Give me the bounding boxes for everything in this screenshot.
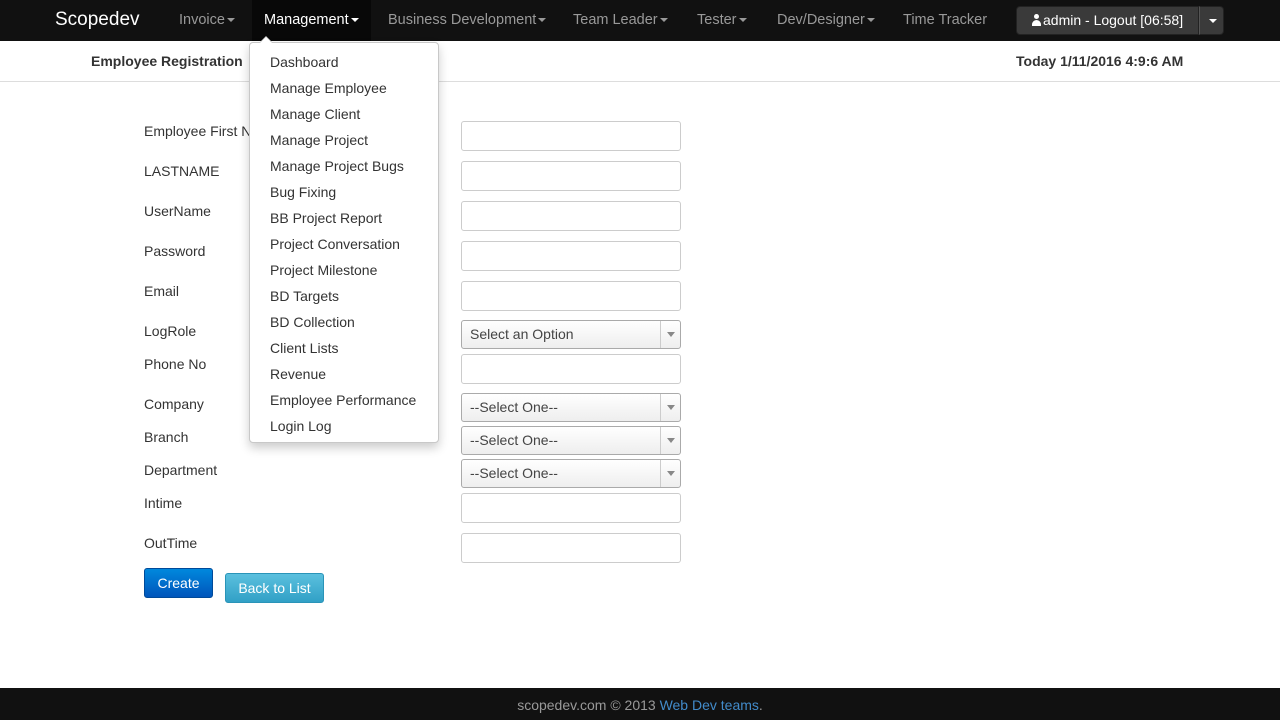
logout-label: admin - Logout [06:58] <box>1043 12 1184 28</box>
menu-item-dashboard[interactable]: Dashboard <box>270 54 339 70</box>
first-name-input[interactable] <box>461 121 681 151</box>
nav-dev-designer[interactable]: Dev/Designer <box>777 0 875 41</box>
nav-tester-label: Tester <box>697 12 737 28</box>
footer: scopedev.com © 2013 Web Dev teams. <box>0 688 1280 720</box>
today-datetime: Today 1/11/2016 4:9:6 AM <box>1016 53 1184 69</box>
create-button[interactable]: Create <box>144 568 213 598</box>
nav-business-development-label: Business Development <box>388 12 537 28</box>
nav-time-tracker[interactable]: Time Tracker <box>903 0 987 41</box>
department-select-value: --Select One-- <box>470 465 558 481</box>
branch-label: Branch <box>144 429 189 445</box>
phone-input[interactable] <box>461 354 681 384</box>
logout-button[interactable]: admin - Logout [06:58] <box>1016 6 1199 35</box>
intime-input[interactable] <box>461 493 681 523</box>
caret-down-icon <box>866 18 875 23</box>
password-input[interactable] <box>461 241 681 271</box>
back-to-list-button[interactable]: Back to List <box>225 573 324 603</box>
caret-down-icon <box>538 18 547 23</box>
footer-copyright: scopedev.com © 2013 <box>517 697 656 713</box>
department-select[interactable]: --Select One-- <box>461 459 681 488</box>
menu-item-revenue[interactable]: Revenue <box>270 366 326 382</box>
nav-team-leader-label: Team Leader <box>573 12 658 28</box>
menu-item-project-conversation[interactable]: Project Conversation <box>270 236 400 252</box>
page-title: Employee Registration <box>91 53 243 69</box>
logrole-label: LogRole <box>144 323 197 339</box>
nav-management[interactable]: Management <box>252 0 371 41</box>
user-menu-toggle[interactable] <box>1199 6 1224 35</box>
nav-invoice[interactable]: Invoice <box>179 0 235 41</box>
caret-down-icon <box>659 18 668 23</box>
logrole-select-value: Select an Option <box>470 326 574 342</box>
nav-tester[interactable]: Tester <box>697 0 747 41</box>
company-label: Company <box>144 396 204 412</box>
menu-item-bb-project-report[interactable]: BB Project Report <box>270 210 382 226</box>
nav-dev-designer-label: Dev/Designer <box>777 12 865 28</box>
footer-suffix: . <box>758 697 763 713</box>
footer-link-web-dev-teams[interactable]: Web Dev teams <box>660 697 759 713</box>
menu-item-manage-project[interactable]: Manage Project <box>270 132 368 148</box>
last-name-input[interactable] <box>461 161 681 191</box>
nav-team-leader[interactable]: Team Leader <box>573 0 668 41</box>
caret-down-icon <box>226 18 235 23</box>
email-label: Email <box>144 283 180 299</box>
outtime-input[interactable] <box>461 533 681 563</box>
top-navbar: Scopedev Invoice Management Business Dev… <box>0 0 1280 41</box>
management-dropdown-menu: Dashboard Manage Employee Manage Client … <box>249 36 439 443</box>
logrole-select[interactable]: Select an Option <box>461 320 681 349</box>
menu-item-manage-client[interactable]: Manage Client <box>270 106 360 122</box>
user-icon <box>1031 14 1042 26</box>
menu-item-manage-project-bugs[interactable]: Manage Project Bugs <box>270 158 404 174</box>
username-input[interactable] <box>461 201 681 231</box>
company-select-value: --Select One-- <box>470 399 558 415</box>
menu-item-employee-performance[interactable]: Employee Performance <box>270 392 416 408</box>
caret-down-icon <box>1208 19 1217 24</box>
menu-item-bug-fixing[interactable]: Bug Fixing <box>270 184 336 200</box>
nav-management-label: Management <box>264 12 349 28</box>
caret-down-icon <box>350 18 359 23</box>
menu-item-bd-targets[interactable]: BD Targets <box>270 288 339 304</box>
company-select[interactable]: --Select One-- <box>461 393 681 422</box>
outtime-label: OutTime <box>144 535 198 551</box>
branch-select[interactable]: --Select One-- <box>461 426 681 455</box>
phone-label: Phone No <box>144 356 207 372</box>
brand-logo[interactable]: Scopedev <box>55 9 140 31</box>
menu-item-manage-employee[interactable]: Manage Employee <box>270 80 387 96</box>
nav-invoice-label: Invoice <box>179 12 225 28</box>
sub-header: Employee Registration Today 1/11/2016 4:… <box>0 41 1280 82</box>
last-name-label: LASTNAME <box>144 163 220 179</box>
caret-down-icon <box>738 18 747 23</box>
intime-label: Intime <box>144 495 183 511</box>
menu-item-client-lists[interactable]: Client Lists <box>270 340 338 356</box>
menu-item-project-milestone[interactable]: Project Milestone <box>270 262 377 278</box>
nav-business-development[interactable]: Business Development <box>388 0 547 41</box>
password-label: Password <box>144 243 206 259</box>
nav-time-tracker-label: Time Tracker <box>903 12 988 28</box>
select-arrow-icon <box>660 394 680 421</box>
select-arrow-icon <box>660 427 680 454</box>
department-label: Department <box>144 462 218 478</box>
select-arrow-icon <box>660 460 680 487</box>
menu-item-login-log[interactable]: Login Log <box>270 418 332 434</box>
branch-select-value: --Select One-- <box>470 432 558 448</box>
menu-item-bd-collection[interactable]: BD Collection <box>270 314 355 330</box>
select-arrow-icon <box>660 321 680 348</box>
email-input[interactable] <box>461 281 681 311</box>
username-label: UserName <box>144 203 211 219</box>
